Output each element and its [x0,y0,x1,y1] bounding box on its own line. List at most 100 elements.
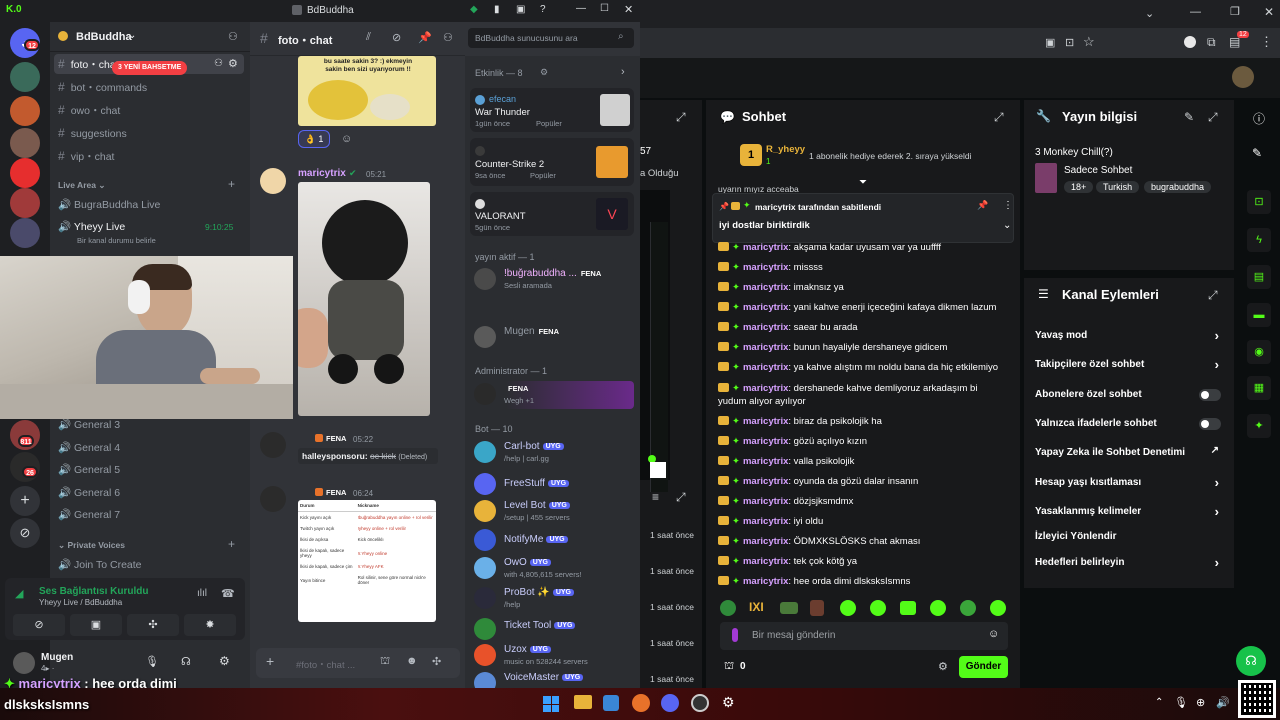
tag-badge[interactable]: bugrabuddha [1144,181,1212,193]
puzzle-icon[interactable]: ⧉ [1207,35,1216,50]
server-icon[interactable] [10,62,40,92]
gear-icon[interactable]: ⚙ [540,67,548,78]
expand-icon[interactable]: ⌄ [1003,220,1011,231]
gift-icon[interactable]: ⛫ [724,660,734,674]
server-icon[interactable] [10,128,40,158]
member-item[interactable]: FENA Wegh +1 [474,381,634,409]
voice-channel-general-4[interactable]: 🔊 General 4 [58,441,120,454]
gift-icon[interactable]: ⛫ [380,655,390,669]
bot-item[interactable]: Uzox UYG music on 528244 servers [474,642,634,670]
bot-item[interactable]: FreeStuff UYG [474,471,634,499]
message-author[interactable]: maricytrix [298,168,346,179]
emote-icon[interactable] [720,600,736,616]
action-raid[interactable]: İzleyici Yönlendir [1035,531,1225,542]
category-live-area[interactable]: Live Area ⌄ [58,180,105,191]
gifter-name[interactable]: R_yheyy [766,144,805,155]
chat-message[interactable]: ✦ maricytrix: iyi oldu [718,516,823,527]
voice-channel-yheyy-live[interactable]: 🔊 Yheyy Live [58,220,125,233]
chat-message[interactable]: ✦ maricytrix: dözjsjksmdmx [718,496,853,507]
broadcast-icon[interactable]: ◉ [1247,340,1271,364]
microphone-icon[interactable]: 🎙 [145,655,159,668]
chat-message[interactable]: ✦ maricytrix: oyunda da gözü dalar insanı… [718,476,918,487]
avatar[interactable] [260,432,286,458]
chat-message[interactable]: ✦ maricytrix: imaknsız ya [718,282,844,293]
toggle-switch[interactable] [1199,418,1221,430]
chat-input[interactable]: Bir mesaj gönderin ☺ [720,622,1008,650]
chat-icon[interactable]: ▬ [1247,303,1271,327]
activity-card[interactable]: Counter-Strike 2 9sa önce Popüler [470,138,634,186]
add-member-icon[interactable]: ⚇ [228,30,238,43]
minimize-icon[interactable]: — [576,3,586,14]
more-icon[interactable]: ⋮ [1003,200,1013,211]
noise-suppression-icon[interactable]: ılıl [197,588,207,599]
chat-message[interactable]: ✦ maricytrix: hee orda dimi dlsksksIsmns [718,576,910,587]
chat-message[interactable]: ✦ maricytrix: gözü açılıyo kızın [718,436,867,447]
info-icon[interactable]: ⓘ [1253,110,1265,127]
chevron-up-icon[interactable]: ⌃ [1155,697,1163,708]
gear-icon[interactable]: ⚙ [938,660,948,673]
channel-status[interactable]: Bir kanal durumu belirle [77,236,156,245]
close-icon[interactable]: ✕ [1264,5,1274,19]
windows-start-icon[interactable] [543,696,559,712]
popout-icon-2[interactable]: ⤢ [676,490,686,505]
network-icon[interactable]: ⊕ [1196,696,1205,709]
emote-icon[interactable] [930,600,946,616]
channel-foto-chat[interactable]: # foto・chat [58,57,119,72]
server-icon[interactable] [10,218,40,248]
activity-card[interactable]: VALORANT 5gün önce V [470,192,634,236]
search-input[interactable]: BdBuddha sunucusunu ara ⌕ [468,28,634,48]
microphone-icon[interactable]: 🎙 [1174,696,1188,709]
threads-icon[interactable]: ⫽ [366,31,371,44]
voice-channel-general-3[interactable]: 🔊 General 3 [58,418,120,431]
voice-channel-general-6[interactable]: 🔊 General 6 [58,486,120,499]
settings-icon[interactable]: ⚙ [219,654,230,668]
voice-status-subtitle[interactable]: Yheyy Live / BdBuddha [39,598,122,607]
emote-icon[interactable] [960,600,976,616]
settings-icon[interactable]: ⚙ [722,694,735,711]
server-icon[interactable] [10,158,40,188]
action-banned-words[interactable]: Yasaklanmış kelimeler › [1035,504,1225,519]
maximize-icon[interactable]: ☐ [600,3,609,14]
message-image-table[interactable]: Durum Nickname Kick yayını açık !buğrabud… [298,500,436,622]
chat-message[interactable]: ✦ maricytrix: ÖDMXKSLÖSKS chat akması [718,536,920,547]
menu-icon[interactable]: ⋮ [1260,34,1273,50]
bot-item[interactable]: NotifyMe UYG [474,527,634,555]
mute-icon[interactable]: ⊘ [392,31,401,44]
action-ai-moderation[interactable]: Yapay Zeka ile Sohbet Denetimi ↗ [1035,445,1225,458]
bot-item[interactable]: OwO UYG with 4,805,615 servers! [474,555,634,583]
action-goals[interactable]: Hedefleri belirleyin › [1035,555,1225,570]
member-item[interactable]: !buğrabuddha ... FENA Sesli aramada [474,266,634,294]
chat-message[interactable]: ✦ maricytrix: dershanede kahve demliyoruz… [718,382,1008,408]
window-icon[interactable]: ▣ [516,4,525,15]
voice-channel-bugrabuddha-live[interactable]: 🔊 BugraBuddha Live [58,198,160,211]
bot-item[interactable]: VoiceMaster UYG [474,670,634,688]
send-button[interactable]: Gönder [959,656,1008,678]
nitro-icon[interactable]: ◆ [470,4,478,15]
channel-vip-chat[interactable]: # vip・chat [58,149,114,164]
emote-icon[interactable] [870,600,886,616]
invite-icon[interactable]: ⚇ [214,58,223,69]
screen-share-button[interactable]: ▣ [70,614,122,636]
reaction-button[interactable]: 👌 1 [298,130,330,148]
channel-suggestions[interactable]: # suggestions [58,126,127,140]
message-image[interactable]: bu saate sakin 3? :) ekmeyin sakin ben s… [298,56,436,126]
volume-icon[interactable]: 🔊 [1216,696,1230,709]
discord-icon[interactable] [661,694,679,712]
action-followers-only[interactable]: Takipçilere özel sohbet › [1035,357,1225,372]
action-slow-mode[interactable]: Yavaş mod › [1035,328,1225,343]
screenshot-icon[interactable]: ⊡ [1065,36,1074,49]
sticker-icon[interactable]: ☻ [406,655,418,667]
edit-icon[interactable]: ✎ [1184,110,1194,124]
voice-channel-join-to-create[interactable]: 🔊 Join To Create [58,558,142,571]
tag-badge[interactable]: 18+ [1064,181,1094,193]
add-channel-icon[interactable]: + [228,177,235,191]
chat-message[interactable]: ✦ maricytrix: ya kahve alıştım mı noldu b… [718,362,998,373]
bookmark-star-icon[interactable]: ☆ [1083,34,1095,50]
activities-button[interactable]: ✣ [127,614,179,636]
chat-message[interactable]: ✦ maricytrix: saear bu arada [718,322,858,333]
focus-icon[interactable]: ⊡ [1247,190,1271,214]
help-headset-icon[interactable]: ☊ [1236,646,1266,676]
category-name[interactable]: Sadece Sohbet [1064,165,1132,176]
voice-channel-general-5[interactable]: 🔊 General 5 [58,463,120,476]
toggle-switch[interactable] [1199,389,1221,401]
